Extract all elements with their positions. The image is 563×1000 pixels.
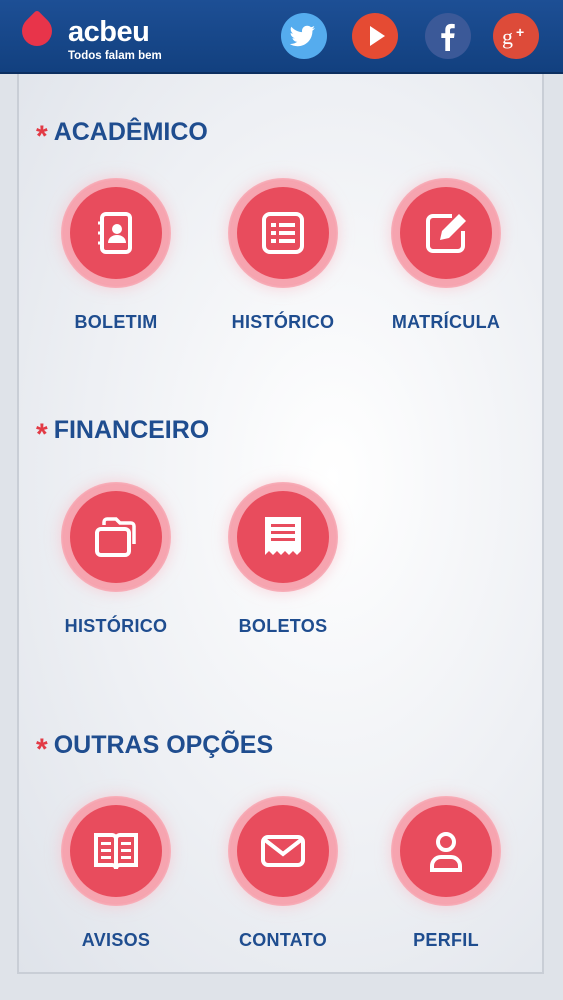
tile-historico-academico[interactable]: HISTÓRICO: [213, 178, 353, 348]
google-plus-icon[interactable]: g +: [493, 13, 539, 59]
tile-label: AVISOS: [81, 930, 151, 950]
edit-icon: [426, 214, 466, 253]
section-title-text: ACADÊMICO: [53, 118, 208, 146]
asterisk-icon: *: [36, 120, 48, 153]
open-book-icon: [94, 833, 138, 870]
tile-historico-financeiro[interactable]: HISTÓRICO: [46, 482, 186, 652]
brand-name: acbeu: [68, 16, 150, 48]
app-header: acbeu Todos falam bem g +: [0, 0, 563, 74]
asterisk-icon: *: [36, 733, 48, 766]
brand-slogan: Todos falam bem: [68, 50, 162, 62]
tile-label: HISTÓRICO: [231, 312, 335, 332]
tile-perfil[interactable]: PERFIL: [376, 796, 516, 966]
svg-text:g: g: [502, 24, 513, 49]
tile-label: BOLETIM: [74, 312, 158, 332]
contacts-book-icon: [98, 212, 132, 254]
tile-label: HISTÓRICO: [64, 616, 168, 636]
facebook-icon[interactable]: [425, 13, 471, 59]
youtube-icon[interactable]: [352, 13, 398, 59]
tile-label: CONTATO: [238, 930, 328, 950]
tile-boletim[interactable]: BOLETIM: [46, 178, 186, 348]
bottom-edge: [0, 974, 563, 1000]
list-icon: [262, 212, 304, 254]
acbeu-logo[interactable]: acbeu Todos falam bem: [15, 9, 172, 62]
tile-avisos[interactable]: AVISOS: [46, 796, 186, 966]
section-title-text: OUTRAS OPÇÕES: [53, 731, 274, 759]
tile-contato[interactable]: CONTATO: [213, 796, 353, 966]
receipt-icon: [265, 517, 301, 555]
section-title-financeiro: * FINANCEIRO: [36, 416, 209, 452]
section-title-outras-opcoes: * OUTRAS OPÇÕES: [36, 731, 273, 767]
tile-matricula[interactable]: MATRÍCULA: [376, 178, 516, 348]
section-title-text: FINANCEIRO: [53, 416, 210, 444]
tile-boletos[interactable]: BOLETOS: [213, 482, 353, 652]
user-icon: [430, 832, 462, 872]
tile-label: BOLETOS: [238, 616, 328, 636]
asterisk-icon: *: [36, 418, 48, 451]
twitter-icon[interactable]: [281, 13, 327, 59]
logo-drop-icon: [15, 9, 59, 53]
envelope-icon: [261, 835, 305, 867]
folders-icon: [95, 517, 136, 557]
tile-label: MATRÍCULA: [391, 312, 501, 332]
svg-text:+: +: [516, 24, 524, 40]
section-title-academico: * ACADÊMICO: [36, 118, 208, 154]
tile-label: PERFIL: [413, 930, 479, 950]
